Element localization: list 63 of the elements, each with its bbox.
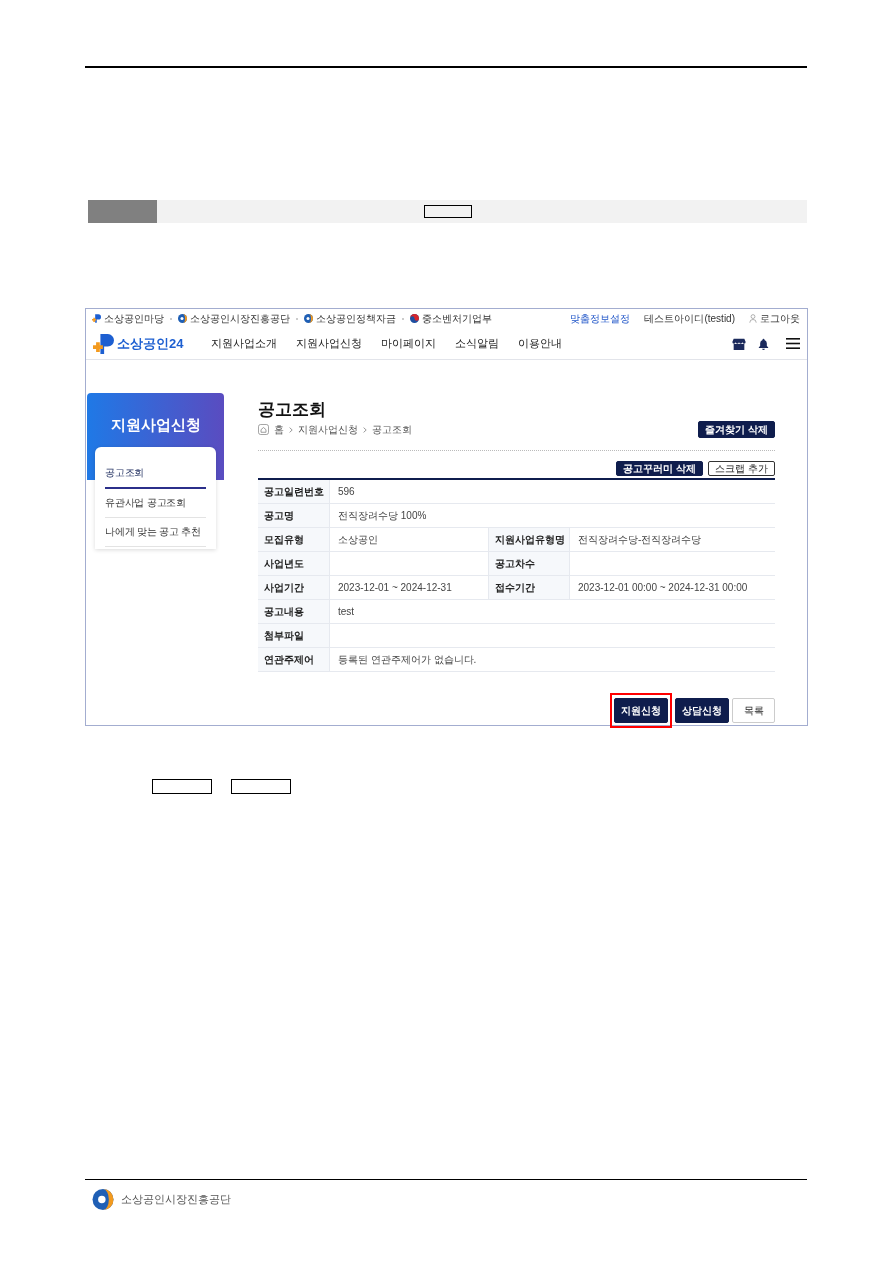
field-label: 첨부파일: [258, 624, 330, 647]
emblem-icon: [178, 314, 187, 323]
field-value: 전직장려수당-전직장려수당: [578, 532, 702, 547]
field-label: 공고차수: [488, 552, 570, 575]
utility-link[interactable]: 중소벤처기업부: [410, 311, 492, 326]
nav-menu-item[interactable]: 지원사업신청: [296, 336, 363, 351]
utility-link[interactable]: 소상공인시장진흥공단: [178, 311, 290, 326]
taegeuk-icon: [410, 314, 419, 323]
form-button[interactable]: 목록: [732, 698, 775, 723]
nav-menu-item[interactable]: 마이페이지: [381, 336, 437, 351]
favorite-delete-button[interactable]: 즐겨찾기 삭제: [698, 421, 775, 438]
field-label: 모집유형: [258, 528, 330, 551]
action-button[interactable]: 스크랩 추가: [708, 461, 775, 476]
sidebar-item[interactable]: 나에게 맞는 공고 추천: [105, 518, 206, 547]
store-icon[interactable]: [732, 337, 746, 350]
breadcrumb-link[interactable]: 지원사업신청: [298, 422, 358, 437]
site-logo[interactable]: 소상공인24: [93, 333, 184, 354]
account-name[interactable]: 테스트아이디(testid): [644, 311, 735, 326]
action-button[interactable]: 공고꾸러미 삭제: [616, 461, 704, 476]
field-label: 접수기간: [488, 576, 570, 599]
logo-icon: [93, 333, 114, 354]
bell-icon[interactable]: [758, 337, 769, 350]
field-value: 전직장려수당 100%: [338, 508, 427, 523]
sidebar-title: 지원사업신청: [110, 416, 201, 434]
field-value: 2023-12-01 ~ 2024-12-31: [338, 582, 452, 593]
shaded-block: [88, 200, 157, 223]
form-button[interactable]: 지원신청: [614, 698, 668, 723]
nav-menu-item[interactable]: 이용안내: [518, 336, 563, 351]
nav-menu-item[interactable]: 지원사업소개: [211, 336, 278, 351]
form-button[interactable]: 상담신청: [675, 698, 729, 723]
logo-icon: [92, 314, 101, 323]
field-label: 지원사업유형명: [488, 528, 570, 551]
field-label: 사업기간: [258, 576, 330, 599]
empty-box: [424, 205, 472, 218]
logout-link[interactable]: 로그아웃: [749, 311, 800, 326]
field-label: 연관주제어: [258, 648, 330, 671]
field-value: 등록된 연관주제어가 없습니다.: [338, 652, 477, 667]
menu-icon[interactable]: [786, 338, 800, 349]
field-label: 공고내용: [258, 600, 330, 623]
page-title: 공고조회: [258, 400, 326, 420]
emblem-icon: [304, 314, 313, 323]
field-value: 2023-12-01 00:00 ~ 2024-12-31 00:00: [578, 582, 748, 593]
empty-box: [231, 779, 291, 794]
sidebar-item[interactable]: 유관사업 공고조회: [105, 489, 206, 518]
chevron-icon: [289, 426, 293, 433]
utility-link[interactable]: 소상공인마당: [92, 311, 164, 326]
breadcrumb-link[interactable]: 홈: [274, 422, 284, 437]
person-icon: [749, 314, 757, 323]
chevron-icon: [363, 426, 367, 433]
footer-organization: 소상공인시장진흥공단: [121, 1192, 231, 1207]
breadcrumb-link[interactable]: 공고조회: [372, 422, 412, 437]
field-label: 사업년도: [258, 552, 330, 575]
field-label: 공고일련번호: [258, 480, 330, 503]
field-value: 596: [338, 486, 355, 497]
emblem-icon: [92, 1189, 114, 1210]
field-value: test: [338, 606, 355, 617]
settings-link[interactable]: 맞춤정보설정: [570, 311, 631, 326]
empty-box: [152, 779, 212, 794]
sidebar-item[interactable]: 공고조회: [105, 459, 206, 489]
field-value: 소상공인: [338, 532, 378, 547]
utility-link[interactable]: 소상공인정책자금: [304, 311, 396, 326]
field-label: 공고명: [258, 504, 330, 527]
nav-menu-item[interactable]: 소식알림: [455, 336, 500, 351]
